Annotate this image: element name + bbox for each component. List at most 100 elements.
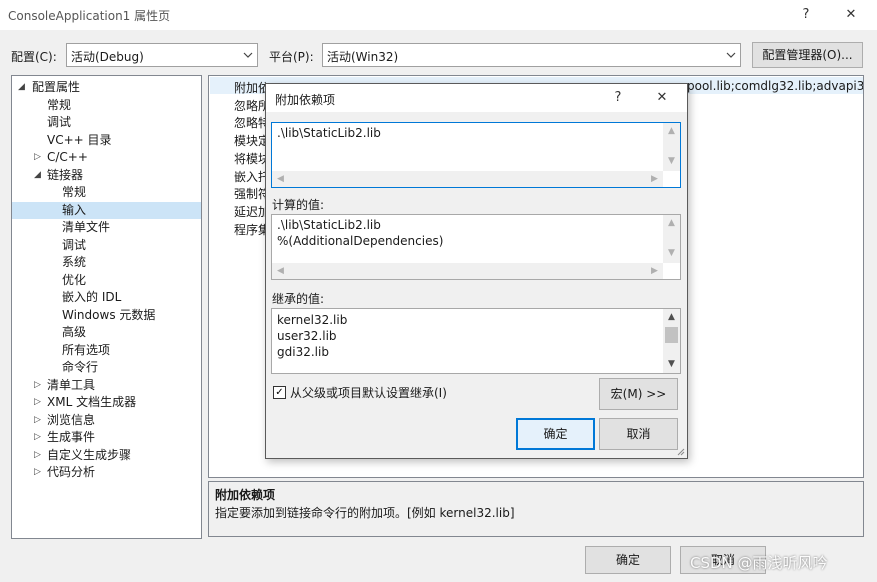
tree-item[interactable]: 所有选项 bbox=[12, 342, 201, 360]
computed-values-label: 计算的值: bbox=[272, 198, 325, 212]
platform-combo[interactable]: 活动(Win32) bbox=[322, 43, 741, 67]
tree-item-label: 清单工具 bbox=[47, 377, 96, 392]
tree-item[interactable]: 高级 bbox=[12, 324, 201, 342]
help-button[interactable]: ? bbox=[792, 4, 820, 26]
tree-item-label: 所有选项 bbox=[62, 342, 111, 357]
platform-value: 活动(Win32) bbox=[327, 50, 399, 64]
tree-item-label: Windows 元数据 bbox=[62, 307, 156, 322]
dependencies-edit[interactable]: .\lib\StaticLib2.lib ▲ ▼ ◀ ▶ bbox=[271, 122, 681, 188]
dialog-help-button[interactable]: ? bbox=[604, 87, 632, 109]
description-text: 指定要添加到链接命令行的附加项。[例如 kernel32.lib] bbox=[215, 506, 515, 520]
scroll-down-icon[interactable]: ▼ bbox=[663, 356, 680, 372]
config-manager-button[interactable]: 配置管理器(O)... bbox=[752, 42, 863, 68]
tree-item[interactable]: ▷ 生成事件 bbox=[12, 429, 201, 447]
tree-item[interactable]: ▷ 代码分析 bbox=[12, 464, 201, 482]
tree-item[interactable]: 系统 bbox=[12, 254, 201, 272]
tree-item-label: VC++ 目录 bbox=[47, 132, 112, 147]
ok-button[interactable]: 确定 bbox=[585, 546, 671, 574]
scroll-up-icon[interactable]: ▲ bbox=[663, 309, 680, 325]
inherited-line: gdi32.lib bbox=[277, 345, 329, 359]
tree-item-label: 生成事件 bbox=[47, 430, 96, 444]
expander-icon[interactable]: ▷ bbox=[34, 464, 41, 481]
scroll-thumb[interactable] bbox=[665, 327, 678, 343]
dialog-cancel-button[interactable]: 取消 bbox=[599, 418, 678, 450]
platform-label: 平台(P): bbox=[269, 50, 314, 64]
tree-item-label: 优化 bbox=[62, 272, 87, 287]
tree-item-label: 调试 bbox=[62, 237, 87, 252]
chevron-down-icon bbox=[726, 52, 736, 58]
computed-values-box: .\lib\StaticLib2.lib %(AdditionalDepende… bbox=[271, 214, 681, 280]
window-title: ConsoleApplication1 属性页 bbox=[8, 9, 171, 23]
expander-icon[interactable]: ▷ bbox=[34, 429, 41, 446]
tree-item-label: 配置属性 bbox=[32, 80, 81, 94]
tree-item-label: 调试 bbox=[47, 115, 72, 129]
vertical-scrollbar[interactable]: ▲ ▼ bbox=[663, 215, 680, 263]
inherited-line: user32.lib bbox=[277, 329, 337, 343]
tree-item[interactable]: ▷ 浏览信息 bbox=[12, 412, 201, 430]
inherit-checkbox[interactable]: ✓ bbox=[273, 386, 286, 399]
tree-item[interactable]: 清单文件 bbox=[12, 219, 201, 237]
description-panel: 附加依赖项 指定要添加到链接命令行的附加项。[例如 kernel32.lib] bbox=[208, 481, 864, 537]
tree-item[interactable]: 优化 bbox=[12, 272, 201, 290]
horizontal-scrollbar[interactable]: ◀ ▶ bbox=[272, 171, 663, 187]
chevron-down-icon bbox=[243, 52, 253, 58]
tree-item-label: 常规 bbox=[47, 97, 72, 112]
scroll-left-icon[interactable]: ◀ bbox=[272, 171, 289, 187]
tree-item-label: 命令行 bbox=[62, 360, 99, 374]
expander-icon[interactable]: ▷ bbox=[34, 447, 41, 464]
scroll-down-icon[interactable]: ▼ bbox=[663, 153, 680, 169]
macro-button[interactable]: 宏(M) >> bbox=[599, 378, 678, 410]
title-bar: ConsoleApplication1 属性页 ? ✕ bbox=[0, 0, 877, 30]
tree-item-label: 常规 bbox=[62, 185, 87, 199]
tree-item[interactable]: ▷ 自定义生成步骤 bbox=[12, 447, 201, 465]
tree-item-label: 系统 bbox=[62, 255, 87, 269]
tree-item[interactable]: ▷ XML 文档生成器 bbox=[12, 394, 201, 412]
dialog-title: 附加依赖项 bbox=[275, 93, 336, 107]
config-combo[interactable]: 活动(Debug) bbox=[66, 43, 258, 67]
scroll-left-icon[interactable]: ◀ bbox=[272, 263, 289, 279]
tree-item-label: 高级 bbox=[62, 325, 87, 339]
vertical-scrollbar[interactable]: ▲ ▼ bbox=[663, 123, 680, 171]
config-value: 活动(Debug) bbox=[71, 50, 144, 64]
tree-item[interactable]: 调试 bbox=[12, 114, 201, 132]
watermark: CSDN @雨浅听风吟 bbox=[690, 554, 828, 572]
expander-icon[interactable]: ▷ bbox=[34, 377, 41, 394]
vertical-scrollbar[interactable]: ▲ ▼ bbox=[663, 309, 680, 373]
expander-icon[interactable]: ◢ bbox=[34, 167, 41, 184]
expander-icon[interactable]: ▷ bbox=[34, 149, 41, 166]
dialog-close-button[interactable]: ✕ bbox=[648, 87, 676, 109]
scroll-up-icon[interactable]: ▲ bbox=[663, 123, 680, 139]
tree-item-selected[interactable]: 输入 bbox=[12, 201, 201, 219]
horizontal-scrollbar[interactable]: ◀ ▶ bbox=[272, 263, 663, 279]
scroll-down-icon[interactable]: ▼ bbox=[663, 245, 680, 261]
inherited-line: kernel32.lib bbox=[277, 313, 348, 327]
dialog-ok-button[interactable]: 确定 bbox=[516, 418, 595, 450]
dialog-title-bar: 附加依赖项 ? ✕ bbox=[266, 84, 687, 112]
tree-item[interactable]: Windows 元数据 bbox=[12, 307, 201, 325]
tree-item[interactable]: ◢ 配置属性 bbox=[12, 79, 201, 97]
tree-item[interactable]: ▷ 清单工具 bbox=[12, 377, 201, 395]
expander-icon[interactable]: ▷ bbox=[34, 412, 41, 429]
tree-item[interactable]: 命令行 bbox=[12, 359, 201, 377]
scroll-right-icon[interactable]: ▶ bbox=[646, 171, 663, 187]
tree-item[interactable]: VC++ 目录 bbox=[12, 132, 201, 150]
tree-item-label: 清单文件 bbox=[62, 220, 111, 234]
scroll-up-icon[interactable]: ▲ bbox=[663, 215, 680, 231]
tree-item[interactable]: ▷ C/C++ bbox=[12, 149, 201, 167]
tree-item[interactable]: 调试 bbox=[12, 237, 201, 255]
scroll-right-icon[interactable]: ▶ bbox=[646, 263, 663, 279]
tree-item[interactable]: 常规 bbox=[12, 97, 201, 115]
inherit-checkbox-label[interactable]: 从父级或项目默认设置继承(I) bbox=[290, 384, 447, 401]
close-button[interactable]: ✕ bbox=[837, 4, 865, 26]
tree-item[interactable]: 常规 bbox=[12, 184, 201, 202]
resize-grip-icon[interactable] bbox=[675, 446, 685, 456]
tree-item-label: XML 文档生成器 bbox=[47, 395, 137, 409]
expander-icon[interactable]: ◢ bbox=[18, 79, 25, 96]
tree-item[interactable]: 嵌入的 IDL bbox=[12, 289, 201, 307]
tree-item[interactable]: ◢ 链接器 bbox=[12, 167, 201, 185]
tree-item-label: 浏览信息 bbox=[47, 412, 96, 427]
property-value[interactable]: pool.lib;comdlg32.lib;advapi32 bbox=[687, 79, 863, 93]
computed-line: .\lib\StaticLib2.lib bbox=[277, 218, 381, 232]
property-tree: ◢ 配置属性 常规 调试 VC++ 目录 ▷ C/C++ ◢ 链接器 常规 输入 清单… bbox=[11, 75, 202, 539]
expander-icon[interactable]: ▷ bbox=[34, 394, 41, 411]
